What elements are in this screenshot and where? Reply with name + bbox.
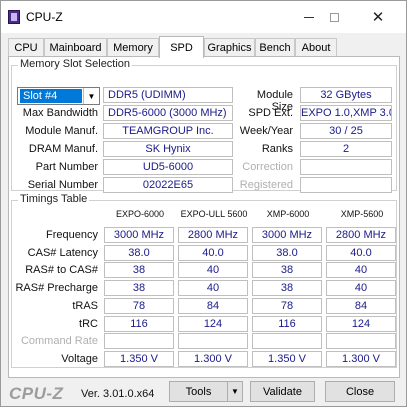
timing-row-label: Voltage: [61, 353, 98, 365]
tab-about[interactable]: About: [295, 38, 337, 57]
spd-ext-value: EXPO 1.0,XMP 3.0: [300, 105, 392, 121]
close-button[interactable]: Close: [325, 381, 395, 402]
timing-value-cell: [178, 333, 248, 349]
timings-column-header: EXPO-6000: [115, 209, 165, 219]
correction-label: Correction: [242, 161, 293, 173]
spd-panel: Memory Slot Selection Slot #4 ▼ DDR5 (UD…: [8, 56, 400, 378]
timing-value-cell: 1.350 V: [252, 351, 322, 367]
module-manuf-value: TEAMGROUP Inc.: [103, 123, 233, 139]
timing-row-label: tRAS: [72, 300, 98, 312]
tab-mainboard[interactable]: Mainboard: [44, 38, 107, 57]
max-bandwidth-value: DDR5-6000 (3000 MHz): [103, 105, 233, 121]
module-manuf-label: Module Manuf.: [25, 125, 98, 137]
cpuz-logo: CPU-Z: [9, 384, 64, 403]
memory-type-value: DDR5 (UDIMM): [103, 87, 233, 103]
serial-number-label: Serial Number: [27, 179, 98, 191]
tab-bench[interactable]: Bench: [255, 38, 295, 57]
timing-row-label: tRC: [79, 318, 98, 330]
timings-column-header: EXPO-ULL 5600: [180, 209, 248, 219]
memory-slot-group: Memory Slot Selection Slot #4 ▼ DDR5 (UD…: [11, 58, 397, 193]
timing-value-cell: 2800 MHz: [178, 227, 248, 243]
timings-column-header: XMP-5600: [340, 209, 384, 219]
timing-value-cell: 116: [252, 316, 322, 332]
part-number-value: UD5-6000: [103, 159, 233, 175]
spd-ext-label: SPD Ext.: [248, 107, 293, 119]
minimize-icon: [304, 16, 314, 18]
tab-spd[interactable]: SPD: [159, 36, 204, 58]
timings-column-header: XMP-6000: [266, 209, 310, 219]
timing-value-cell: 38: [104, 262, 174, 278]
timings-legend: Timings Table: [18, 193, 90, 205]
week-year-label: Week/Year: [239, 125, 293, 137]
timing-value-cell: [104, 333, 174, 349]
timing-value-cell: 38: [252, 262, 322, 278]
timing-value-cell: 40.0: [178, 245, 248, 261]
cpuz-app-icon: [8, 10, 20, 24]
tools-dropdown-arrow[interactable]: ▼: [227, 381, 243, 402]
timing-value-cell: 3000 MHz: [104, 227, 174, 243]
timing-row-label: Command Rate: [20, 335, 98, 347]
tab-memory[interactable]: Memory: [107, 38, 159, 57]
chevron-down-icon: ▼: [231, 387, 239, 396]
timing-row-label: RAS# to CAS#: [25, 264, 98, 276]
maximize-icon: [329, 12, 339, 22]
timing-value-cell: 84: [326, 298, 396, 314]
tools-button[interactable]: Tools: [169, 381, 228, 402]
validate-button[interactable]: Validate: [250, 381, 315, 402]
registered-label: Registered: [239, 179, 293, 191]
close-window-button[interactable]: ✕: [363, 5, 393, 29]
timing-value-cell: 40.0: [326, 245, 396, 261]
slot-dropdown[interactable]: Slot #4 ▼: [17, 87, 100, 105]
timing-value-cell: 40: [326, 262, 396, 278]
tab-graphics[interactable]: Graphics: [204, 38, 255, 57]
timing-value-cell: 3000 MHz: [252, 227, 322, 243]
tab-cpu[interactable]: CPU: [8, 38, 44, 57]
timing-value-cell: 1.350 V: [104, 351, 174, 367]
registered-value: [300, 177, 392, 193]
cpuz-window: CPU-Z ✕ CPU Mainboard Memory SPD Graphic…: [0, 0, 407, 407]
correction-value: [300, 159, 392, 175]
timing-value-cell: 1.300 V: [326, 351, 396, 367]
timing-value-cell: 40: [326, 280, 396, 296]
timing-value-cell: 38: [104, 280, 174, 296]
dram-manuf-value: SK Hynix: [103, 141, 233, 157]
maximize-button[interactable]: [319, 5, 349, 29]
timing-value-cell: 124: [326, 316, 396, 332]
window-title: CPU-Z: [26, 10, 63, 24]
timing-value-cell: 78: [252, 298, 322, 314]
timing-value-cell: [326, 333, 396, 349]
timing-value-cell: 116: [104, 316, 174, 332]
timing-value-cell: 124: [178, 316, 248, 332]
timing-value-cell: 40: [178, 280, 248, 296]
close-icon: ✕: [371, 9, 385, 26]
week-year-value: 30 / 25: [300, 123, 392, 139]
timing-value-cell: 84: [178, 298, 248, 314]
serial-number-value: 02022E65: [103, 177, 233, 193]
timing-value-cell: 1.300 V: [178, 351, 248, 367]
timing-row-label: CAS# Latency: [27, 247, 98, 259]
timing-value-cell: 2800 MHz: [326, 227, 396, 243]
timings-group: Timings Table EXPO-6000 EXPO-ULL 5600 XM…: [11, 193, 397, 368]
module-size-value: 32 GBytes: [300, 87, 392, 103]
title-bar: CPU-Z ✕: [1, 1, 406, 33]
part-number-label: Part Number: [35, 161, 98, 173]
dram-manuf-label: DRAM Manuf.: [28, 143, 98, 155]
timing-row-label: Frequency: [46, 229, 98, 241]
timing-value-cell: 38: [252, 280, 322, 296]
ranks-value: 2: [300, 141, 392, 157]
timing-value-cell: 38.0: [104, 245, 174, 261]
version-text: Ver. 3.01.0.x64: [81, 388, 155, 400]
timing-value-cell: 38.0: [252, 245, 322, 261]
timing-value-cell: 78: [104, 298, 174, 314]
timing-value-cell: [252, 333, 322, 349]
max-bandwidth-label: Max Bandwidth: [22, 107, 98, 119]
chevron-down-icon[interactable]: ▼: [83, 88, 99, 104]
timing-row-label: RAS# Precharge: [15, 282, 98, 294]
ranks-label: Ranks: [261, 143, 293, 155]
memory-slot-legend: Memory Slot Selection: [18, 58, 133, 70]
footer-bar: CPU-Z Ver. 3.01.0.x64 Tools ▼ Validate C…: [1, 378, 406, 406]
timing-value-cell: 40: [178, 262, 248, 278]
slot-selected-value: Slot #4: [20, 89, 82, 103]
